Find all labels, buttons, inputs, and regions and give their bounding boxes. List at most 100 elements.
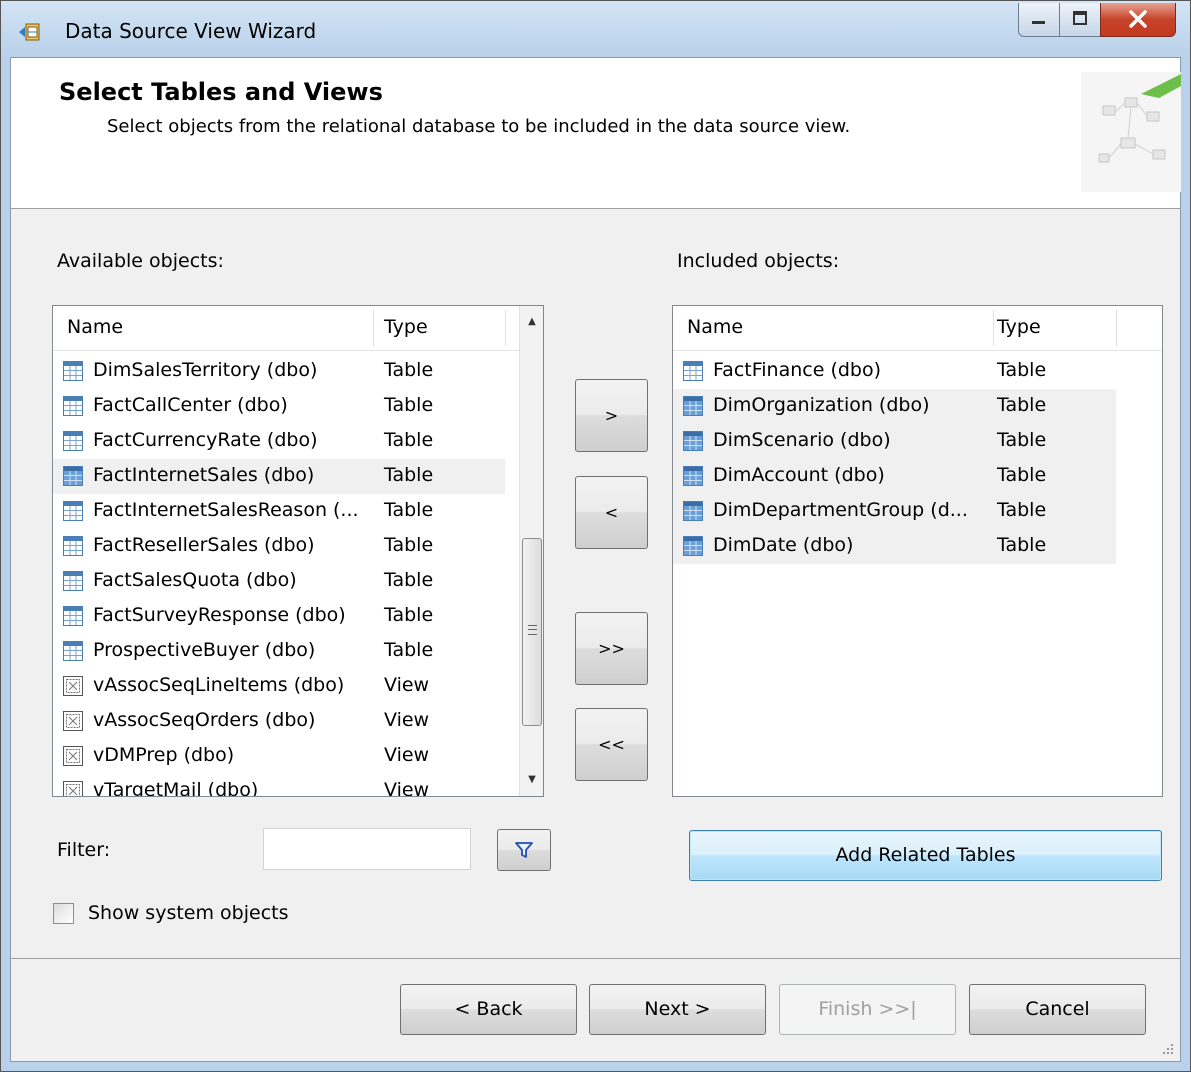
table-icon xyxy=(683,396,703,416)
wizard-header: Select Tables and Views Select objects f… xyxy=(11,58,1181,209)
list-item-selected[interactable]: DimOrganization (dbo) Table xyxy=(673,389,1116,424)
list-item-selected[interactable]: FactInternetSales (dbo) Table xyxy=(53,459,505,494)
row-type: Table xyxy=(384,429,434,451)
page-subtitle: Select objects from the relational datab… xyxy=(107,116,851,137)
list-item-selected[interactable]: DimAccount (dbo) Table xyxy=(673,459,1116,494)
finish-button[interactable]: Finish >>| xyxy=(779,984,956,1035)
table-icon xyxy=(63,431,83,451)
back-button[interactable]: < Back xyxy=(400,984,577,1035)
view-icon xyxy=(63,711,83,731)
row-name: DimOrganization (dbo) xyxy=(713,394,930,416)
list-item[interactable]: DimSalesTerritory (dbo) Table xyxy=(53,354,519,389)
table-icon xyxy=(683,501,703,521)
table-icon xyxy=(63,396,83,416)
row-name: DimScenario (dbo) xyxy=(713,429,891,451)
scroll-up-arrow-icon[interactable]: ▲ xyxy=(520,310,543,334)
available-list-header: Name Type xyxy=(53,306,519,351)
row-name: DimAccount (dbo) xyxy=(713,464,885,486)
add-selected-button[interactable]: > xyxy=(575,379,648,452)
filter-input[interactable] xyxy=(263,828,471,870)
add-related-tables-button[interactable]: Add Related Tables xyxy=(689,830,1162,881)
wizard-client-area: Select Tables and Views Select objects f… xyxy=(10,57,1181,1062)
table-icon xyxy=(63,536,83,556)
column-header-name[interactable]: Name xyxy=(687,316,743,338)
title-bar[interactable]: Data Source View Wizard xyxy=(1,1,1190,57)
next-button[interactable]: Next > xyxy=(589,984,766,1035)
cancel-button[interactable]: Cancel xyxy=(969,984,1146,1035)
row-name: DimSalesTerritory (dbo) xyxy=(93,359,318,381)
view-icon xyxy=(63,746,83,766)
scroll-down-arrow-icon[interactable]: ▼ xyxy=(520,768,543,792)
row-type: Table xyxy=(997,429,1047,451)
row-type: Table xyxy=(384,569,434,591)
table-icon xyxy=(683,536,703,556)
row-name: DimDepartmentGroup (d... xyxy=(713,499,968,521)
funnel-icon xyxy=(515,842,533,858)
remove-all-button[interactable]: << xyxy=(575,708,648,781)
minimize-button[interactable] xyxy=(1018,3,1060,37)
row-type: Table xyxy=(384,464,434,486)
list-item[interactable]: vAssocSeqLineItems (dbo) View xyxy=(53,669,519,704)
table-icon xyxy=(63,501,83,521)
close-button[interactable] xyxy=(1100,3,1176,37)
row-type: View xyxy=(384,744,430,766)
row-name: DimDate (dbo) xyxy=(713,534,854,556)
row-name: FactInternetSalesReason (... xyxy=(93,499,359,521)
row-name: vDMPrep (dbo) xyxy=(93,744,235,766)
table-icon xyxy=(63,361,83,381)
column-header-name[interactable]: Name xyxy=(67,316,123,338)
remove-selected-button[interactable]: < xyxy=(575,476,648,549)
list-item[interactable]: vDMPrep (dbo) View xyxy=(53,739,519,774)
list-item[interactable]: FactCurrencyRate (dbo) Table xyxy=(53,424,519,459)
show-system-objects-checkbox[interactable] xyxy=(53,903,74,924)
column-header-type[interactable]: Type xyxy=(997,316,1041,338)
included-objects-label: Included objects: xyxy=(677,250,840,272)
list-item[interactable]: ProspectiveBuyer (dbo) Table xyxy=(53,634,519,669)
included-objects-list[interactable]: Name Type FactFinance (dbo) Table DimOrg… xyxy=(672,305,1163,797)
table-icon xyxy=(63,466,83,486)
list-item[interactable]: vTargetMail (dbo) View xyxy=(53,774,519,797)
row-type: Table xyxy=(384,499,434,521)
row-type: View xyxy=(384,779,430,797)
table-icon xyxy=(63,571,83,591)
list-item[interactable]: FactInternetSalesReason (... Table xyxy=(53,494,519,529)
resize-grip-icon[interactable] xyxy=(1160,1041,1174,1055)
list-item[interactable]: FactFinance (dbo) Table xyxy=(673,354,1116,389)
list-item-selected[interactable]: DimScenario (dbo) Table xyxy=(673,424,1116,459)
row-name: ProspectiveBuyer (dbo) xyxy=(93,639,316,661)
list-item[interactable]: FactCallCenter (dbo) Table xyxy=(53,389,519,424)
footer-divider xyxy=(11,958,1180,959)
row-type: Table xyxy=(384,359,434,381)
minimize-icon xyxy=(1032,21,1045,24)
list-item-selected[interactable]: DimDate (dbo) Table xyxy=(673,529,1116,564)
row-name: FactSurveyResponse (dbo) xyxy=(93,604,346,626)
scrollbar-thumb[interactable] xyxy=(522,538,542,726)
list-item[interactable]: FactSurveyResponse (dbo) Table xyxy=(53,599,519,634)
row-name: FactSalesQuota (dbo) xyxy=(93,569,297,591)
show-system-objects-label[interactable]: Show system objects xyxy=(88,902,288,924)
row-type: Table xyxy=(997,534,1047,556)
maximize-icon xyxy=(1073,11,1087,25)
row-name: FactInternetSales (dbo) xyxy=(93,464,315,486)
list-item-selected[interactable]: DimDepartmentGroup (d... Table xyxy=(673,494,1116,529)
row-type: Table xyxy=(384,604,434,626)
row-type: Table xyxy=(384,639,434,661)
filter-button[interactable] xyxy=(497,829,551,871)
list-item[interactable]: FactSalesQuota (dbo) Table xyxy=(53,564,519,599)
grip-icon xyxy=(528,625,537,635)
row-name: vAssocSeqOrders (dbo) xyxy=(93,709,316,731)
view-icon xyxy=(63,781,83,796)
add-all-button[interactable]: >> xyxy=(575,612,648,685)
available-list-scrollbar[interactable]: ▲ ▼ xyxy=(519,306,543,796)
row-type: Table xyxy=(997,359,1047,381)
maximize-button[interactable] xyxy=(1059,3,1101,37)
wizard-app-icon xyxy=(19,23,40,41)
row-type: Table xyxy=(997,464,1047,486)
list-item[interactable]: FactResellerSales (dbo) Table xyxy=(53,529,519,564)
available-objects-list[interactable]: Name Type DimSalesTerritory (dbo) Table … xyxy=(52,305,544,797)
row-type: View xyxy=(384,709,430,731)
list-item[interactable]: vAssocSeqOrders (dbo) View xyxy=(53,704,519,739)
column-header-type[interactable]: Type xyxy=(384,316,428,338)
row-name: FactFinance (dbo) xyxy=(713,359,882,381)
wizard-window: Data Source View Wizard Select Tables an… xyxy=(0,0,1191,1072)
